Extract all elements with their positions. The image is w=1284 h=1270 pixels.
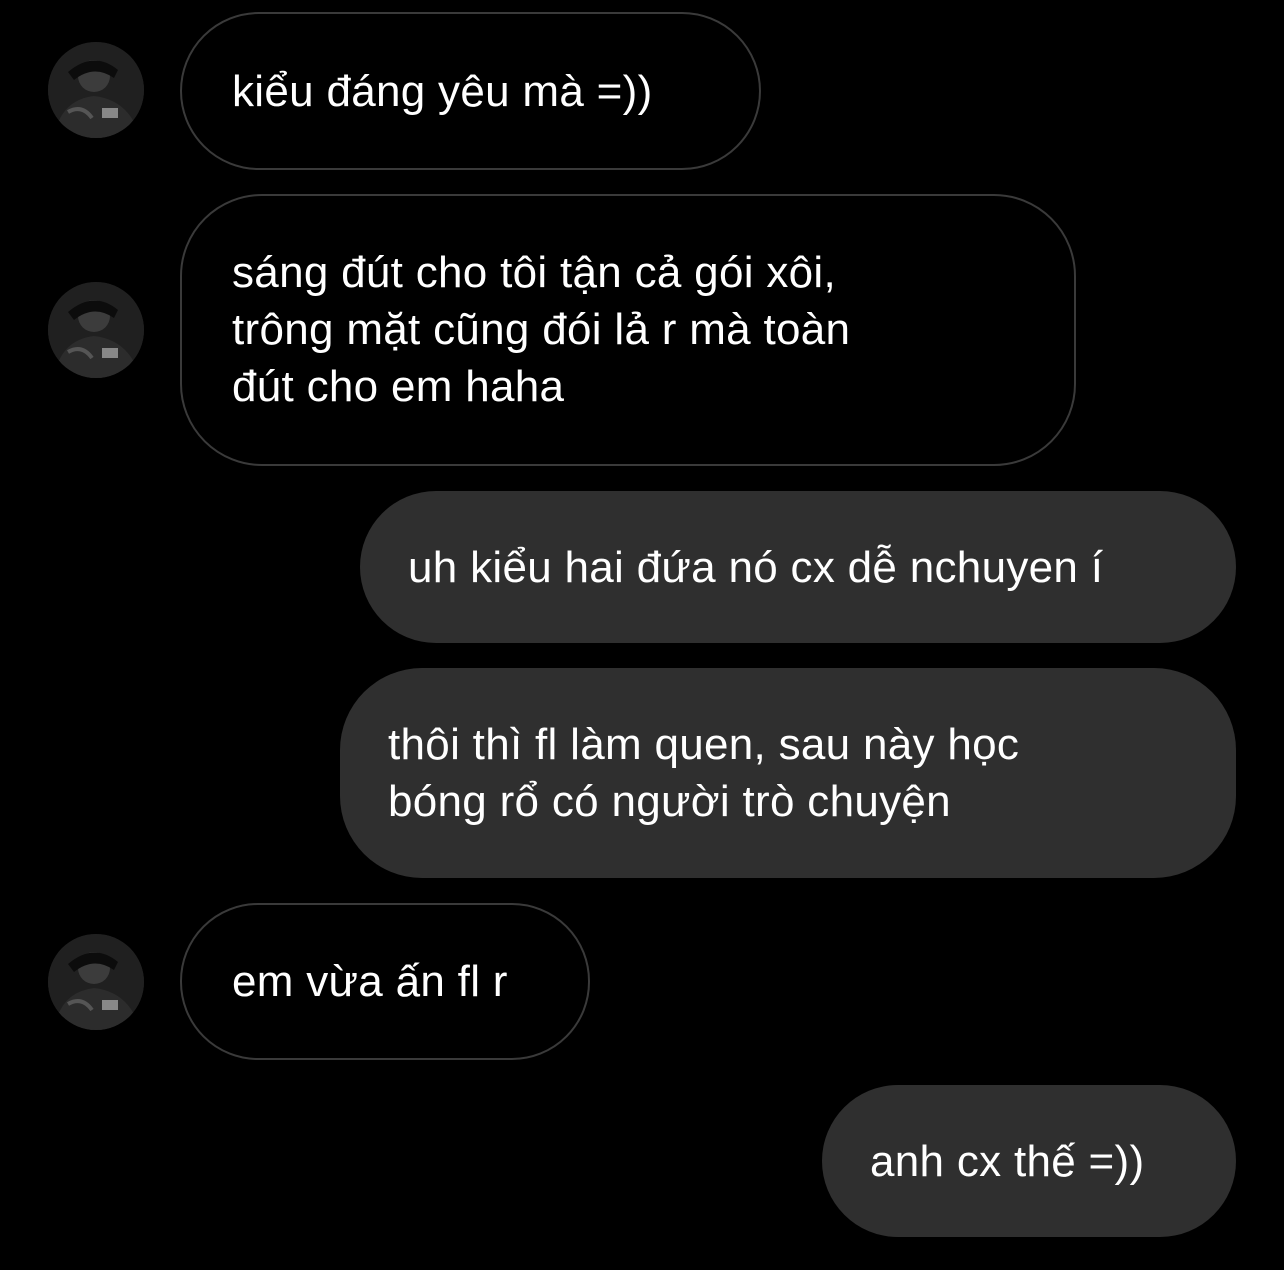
message-text: uh kiểu hai đứa nó cx dễ nchuyen í [408,542,1104,592]
outgoing-message[interactable]: thôi thì fl làm quen, sau này học bóng r… [340,668,1236,878]
avatar-photo-icon [48,42,144,138]
avatar-photo-icon [48,934,144,1030]
outgoing-message[interactable]: uh kiểu hai đứa nó cx dễ nchuyen í [360,491,1236,643]
message-text: kiểu đáng yêu mà =)) [232,66,653,116]
message-text-line: trông mặt cũng đói lả r mà toàn [232,305,851,354]
incoming-message[interactable]: em vừa ấn fl r [180,903,590,1060]
message-text-line: thôi thì fl làm quen, sau này học [388,720,1020,769]
message-text-line: bóng rổ có người trò chuyện [388,777,951,826]
outgoing-message[interactable]: anh cx thế =)) [822,1085,1236,1237]
message-text: em vừa ấn fl r [232,957,508,1006]
message-text-line: sáng đút cho tôi tận cả gói xôi, [232,248,836,297]
message-text-line: đút cho em haha [232,362,565,411]
contact-avatar[interactable] [48,934,144,1030]
incoming-message[interactable]: kiểu đáng yêu mà =)) [180,12,761,170]
incoming-message[interactable]: sáng đút cho tôi tận cả gói xôi, trông m… [180,194,1076,466]
contact-avatar[interactable] [48,42,144,138]
contact-avatar[interactable] [48,282,144,378]
message-text: anh cx thế =)) [870,1136,1145,1186]
avatar-photo-icon [48,282,144,378]
